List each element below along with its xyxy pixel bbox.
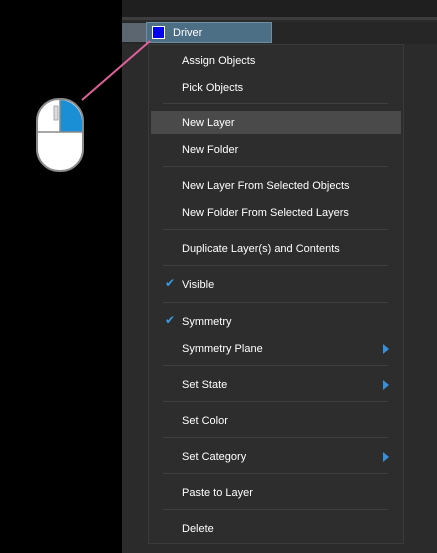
menu-item-assign-objects[interactable]: Assign Objects bbox=[151, 49, 401, 72]
menu-item-duplicate-layers[interactable]: Duplicate Layer(s) and Contents bbox=[151, 237, 401, 260]
menu-item-label: New Layer From Selected Objects bbox=[182, 179, 350, 192]
layer-color-swatch[interactable] bbox=[152, 26, 165, 39]
top-bar-divider bbox=[122, 17, 437, 20]
menu-separator bbox=[163, 473, 388, 474]
menu-item-label: Set Color bbox=[182, 414, 228, 427]
checkmark-icon: ✔ bbox=[165, 313, 176, 327]
menu-item-label: Duplicate Layer(s) and Contents bbox=[182, 242, 340, 255]
menu-item-pick-objects[interactable]: Pick Objects bbox=[151, 76, 401, 99]
menu-item-label: Symmetry bbox=[182, 315, 232, 328]
chevron-right-icon bbox=[383, 344, 389, 354]
menu-separator bbox=[163, 229, 388, 230]
menu-separator bbox=[163, 265, 388, 266]
menu-item-label: Visible bbox=[182, 278, 215, 291]
chevron-right-icon bbox=[383, 452, 389, 462]
context-menu: Assign Objects Pick Objects New Layer Ne… bbox=[148, 44, 404, 544]
menu-item-label: Assign Objects bbox=[182, 54, 256, 67]
mouse-right-click-icon bbox=[32, 96, 88, 174]
menu-item-delete[interactable]: Delete bbox=[151, 517, 401, 540]
menu-item-visible[interactable]: ✔ Visible bbox=[151, 273, 401, 296]
menu-separator bbox=[163, 437, 388, 438]
menu-item-label: Pick Objects bbox=[182, 81, 244, 94]
menu-separator bbox=[163, 302, 388, 303]
menu-item-label: Paste to Layer bbox=[182, 486, 253, 499]
menu-item-label: New Folder bbox=[182, 143, 239, 156]
checkmark-icon: ✔ bbox=[165, 276, 176, 290]
menu-separator bbox=[163, 365, 388, 366]
menu-item-label: Set Category bbox=[182, 450, 247, 463]
menu-item-label: New Folder From Selected Layers bbox=[182, 206, 349, 219]
menu-item-set-category[interactable]: Set Category bbox=[151, 445, 401, 468]
menu-item-label: New Layer bbox=[182, 116, 235, 129]
layer-name: Driver bbox=[173, 26, 203, 39]
menu-item-paste-to-layer[interactable]: Paste to Layer bbox=[151, 481, 401, 504]
chevron-right-icon bbox=[383, 380, 389, 390]
menu-separator bbox=[163, 509, 388, 510]
menu-item-label: Delete bbox=[182, 522, 214, 535]
menu-item-label: Symmetry Plane bbox=[182, 342, 263, 355]
menu-item-symmetry-plane[interactable]: Symmetry Plane bbox=[151, 337, 401, 360]
menu-item-set-color[interactable]: Set Color bbox=[151, 409, 401, 432]
layer-row-handle[interactable] bbox=[122, 23, 146, 42]
menu-item-new-layer-from-selected-objects[interactable]: New Layer From Selected Objects bbox=[151, 174, 401, 197]
menu-item-new-folder[interactable]: New Folder bbox=[151, 138, 401, 161]
menu-item-label: Set State bbox=[182, 378, 228, 391]
top-bar bbox=[122, 0, 437, 17]
menu-item-set-state[interactable]: Set State bbox=[151, 373, 401, 396]
menu-item-new-layer[interactable]: New Layer bbox=[151, 111, 401, 134]
layer-item-selected[interactable]: Driver bbox=[146, 22, 272, 43]
menu-item-symmetry[interactable]: ✔ Symmetry bbox=[151, 310, 401, 333]
menu-separator bbox=[163, 103, 388, 104]
menu-separator bbox=[163, 166, 388, 167]
menu-separator bbox=[163, 401, 388, 402]
menu-item-new-folder-from-selected-layers[interactable]: New Folder From Selected Layers bbox=[151, 201, 401, 224]
